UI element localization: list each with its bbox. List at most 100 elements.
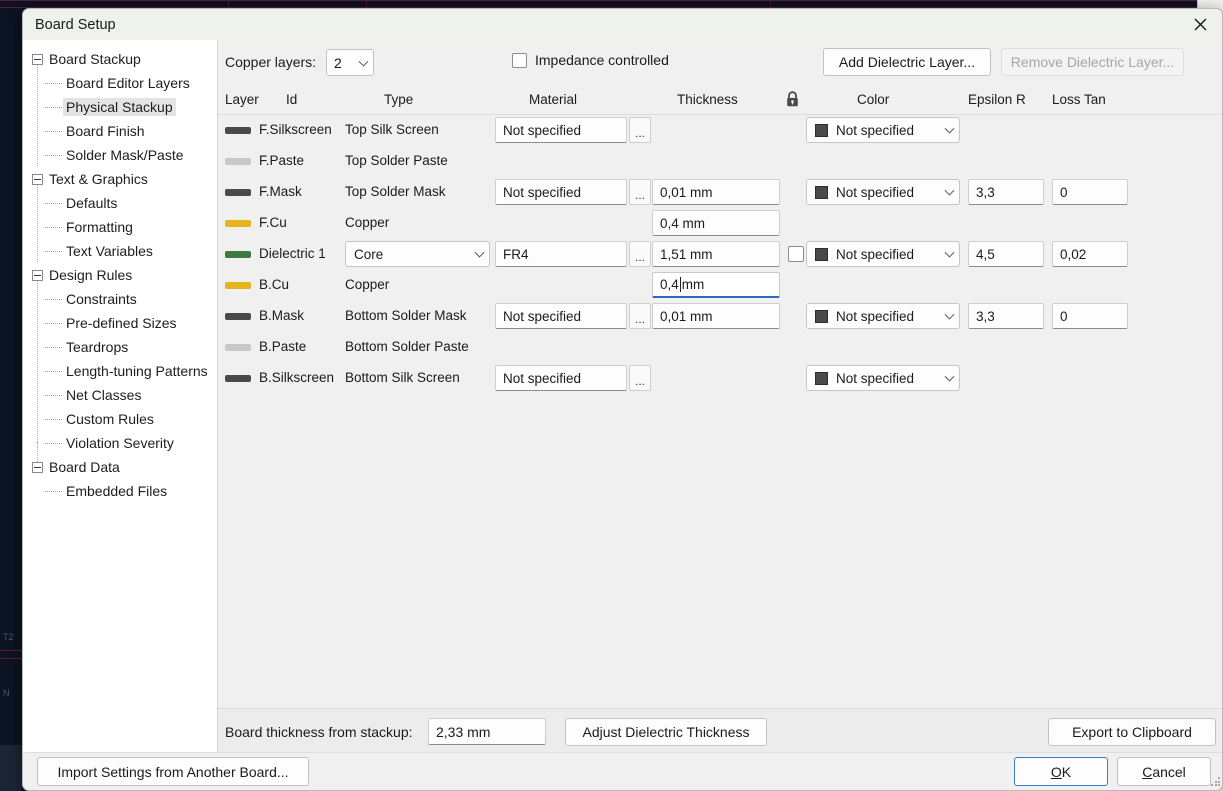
- sidebar-item-design-rules[interactable]: Design Rules: [23, 263, 217, 287]
- stackup-row: B.Cu Copper 0,4 mm: [218, 270, 1222, 301]
- dialog-footer: Import Settings from Another Board... OK…: [23, 752, 1222, 790]
- material-browse-button[interactable]: ...: [629, 303, 651, 329]
- tree-branch-line: [45, 298, 62, 300]
- cancel-accel: C: [1142, 763, 1153, 780]
- settings-tree-sidebar[interactable]: Board Stackup Board Editor Layers Physical…: [23, 40, 218, 754]
- tree-branch-line: [45, 202, 62, 204]
- sidebar-item-violation-severity[interactable]: Violation Severity: [23, 431, 217, 455]
- layer-color-select[interactable]: Not specified: [806, 179, 960, 205]
- thickness-field[interactable]: 0,4 mm: [652, 210, 780, 236]
- sidebar-item-pre-defined-sizes[interactable]: Pre-defined Sizes: [23, 311, 217, 335]
- sidebar-item-board-finish[interactable]: Board Finish: [23, 119, 217, 143]
- resize-grip[interactable]: [1211, 777, 1221, 787]
- layer-id: B.Mask: [259, 308, 305, 323]
- sidebar-item-label: Physical Stackup: [63, 98, 176, 116]
- layer-id: B.Silkscreen: [259, 370, 335, 385]
- ok-button[interactable]: OK: [1014, 757, 1108, 786]
- tree-expander-collapse-icon[interactable]: [32, 461, 43, 473]
- tree-branch-line: [45, 346, 62, 348]
- sidebar-item-defaults[interactable]: Defaults: [23, 191, 217, 215]
- sidebar-item-board-editor-layers[interactable]: Board Editor Layers: [23, 71, 217, 95]
- sidebar-item-board-data[interactable]: Board Data: [23, 455, 217, 479]
- layer-type: Bottom Solder Mask: [345, 308, 467, 323]
- tree-branch-line: [45, 130, 62, 132]
- layer-color-select[interactable]: Not specified: [806, 117, 960, 143]
- material-field[interactable]: Not specified: [495, 117, 627, 143]
- sidebar-item-text-graphics[interactable]: Text & Graphics: [23, 167, 217, 191]
- epsilon-r-field[interactable]: 3,3: [968, 303, 1044, 329]
- material-field[interactable]: Not specified: [495, 365, 627, 391]
- material-browse-button[interactable]: ...: [629, 179, 651, 205]
- layer-id: F.Paste: [259, 153, 305, 168]
- layer-color-select[interactable]: Not specified: [806, 365, 960, 391]
- add-dielectric-layer-button[interactable]: Add Dielectric Layer...: [823, 48, 991, 76]
- sidebar-item-formatting[interactable]: Formatting: [23, 215, 217, 239]
- material-browse-button[interactable]: ...: [629, 241, 651, 267]
- thickness-field[interactable]: 0,01 mm: [652, 179, 780, 205]
- tree-list: Board Stackup Board Editor Layers Physical…: [23, 47, 217, 503]
- layer-type: Top Silk Screen: [345, 122, 439, 137]
- sidebar-item-custom-rules[interactable]: Custom Rules: [23, 407, 217, 431]
- layer-id: F.Cu: [259, 215, 287, 230]
- sidebar-item-solder-mask-paste[interactable]: Solder Mask/Paste: [23, 143, 217, 167]
- sidebar-item-label: Formatting: [66, 219, 133, 235]
- thickness-lock-checkbox[interactable]: [788, 246, 804, 262]
- copper-layers-select[interactable]: 2: [326, 49, 374, 76]
- layer-type: Top Solder Paste: [345, 153, 448, 168]
- material-field[interactable]: Not specified: [495, 179, 627, 205]
- sidebar-item-embedded-files[interactable]: Embedded Files: [23, 479, 217, 503]
- stackup-row: F.Paste Top Solder Paste: [218, 146, 1222, 177]
- epsilon-r-field[interactable]: 4,5: [968, 241, 1044, 267]
- loss-tan-field[interactable]: 0: [1052, 179, 1128, 205]
- tree-branch-line: [45, 442, 62, 444]
- impedance-controlled-checkbox[interactable]: Impedance controlled: [512, 52, 669, 68]
- sidebar-item-physical-stackup[interactable]: Physical Stackup: [23, 95, 217, 119]
- sidebar-item-net-classes[interactable]: Net Classes: [23, 383, 217, 407]
- loss-tan-field[interactable]: 0,02: [1052, 241, 1128, 267]
- tree-expander-collapse-icon[interactable]: [32, 53, 43, 65]
- layer-color-select[interactable]: Not specified: [806, 241, 960, 267]
- stackup-toolbar: Copper layers: 2 Impedance controlled Ad…: [218, 48, 1222, 78]
- adjust-dielectric-thickness-button[interactable]: Adjust Dielectric Thickness: [565, 718, 767, 746]
- sidebar-item-label: Net Classes: [66, 387, 142, 403]
- chevron-down-icon: [358, 56, 369, 67]
- thickness-field[interactable]: 0,4 mm: [652, 272, 780, 298]
- loss-tan-field[interactable]: 0: [1052, 303, 1128, 329]
- tree-branch-line: [45, 370, 62, 372]
- sidebar-item-text-variables[interactable]: Text Variables: [23, 239, 217, 263]
- sidebar-item-teardrops[interactable]: Teardrops: [23, 335, 217, 359]
- sidebar-item-board-stackup[interactable]: Board Stackup: [23, 47, 217, 71]
- copper-layers-value: 2: [334, 54, 342, 71]
- sidebar-item-constraints[interactable]: Constraints: [23, 287, 217, 311]
- thickness-field[interactable]: 0,01 mm: [652, 303, 780, 329]
- thickness-field[interactable]: 1,51 mm: [652, 241, 780, 267]
- material-field[interactable]: Not specified: [495, 303, 627, 329]
- tree-branch-line: [45, 106, 62, 108]
- layer-color-value: Not specified: [836, 122, 915, 138]
- material-field[interactable]: FR4: [495, 241, 627, 267]
- tree-expander-collapse-icon[interactable]: [32, 173, 43, 185]
- layer-type-value: Core: [354, 246, 384, 262]
- layer-type-select[interactable]: Core: [345, 241, 490, 267]
- material-browse-button[interactable]: ...: [629, 117, 651, 143]
- close-icon[interactable]: [1178, 9, 1222, 40]
- layer-color-swatch-icon: [225, 375, 251, 382]
- export-to-clipboard-button[interactable]: Export to Clipboard: [1048, 718, 1216, 746]
- sidebar-item-label: Teardrops: [66, 339, 129, 355]
- tree-branch-line: [45, 250, 62, 252]
- physical-stackup-panel: Copper layers: 2 Impedance controlled Ad…: [218, 40, 1222, 754]
- sidebar-item-label: Defaults: [66, 195, 118, 211]
- sidebar-item-label: Constraints: [66, 291, 137, 307]
- sidebar-item-length-tuning-patterns[interactable]: Length-tuning Patterns: [23, 359, 217, 383]
- tree-expander-collapse-icon[interactable]: [32, 269, 43, 281]
- stackup-row: B.Silkscreen Bottom Silk Screen Not specif…: [218, 363, 1222, 394]
- board-thickness-value[interactable]: 2,33 mm: [428, 718, 546, 745]
- epsilon-r-field[interactable]: 3,3: [968, 179, 1044, 205]
- column-header-loss-tan: Loss Tan: [1052, 92, 1106, 107]
- color-chip-icon: [815, 123, 828, 137]
- material-browse-button[interactable]: ...: [629, 365, 651, 391]
- ok-accel: O: [1050, 763, 1062, 780]
- layer-color-select[interactable]: Not specified: [806, 303, 960, 329]
- import-settings-button[interactable]: Import Settings from Another Board...: [37, 757, 309, 786]
- cancel-button[interactable]: Cancel: [1117, 757, 1211, 786]
